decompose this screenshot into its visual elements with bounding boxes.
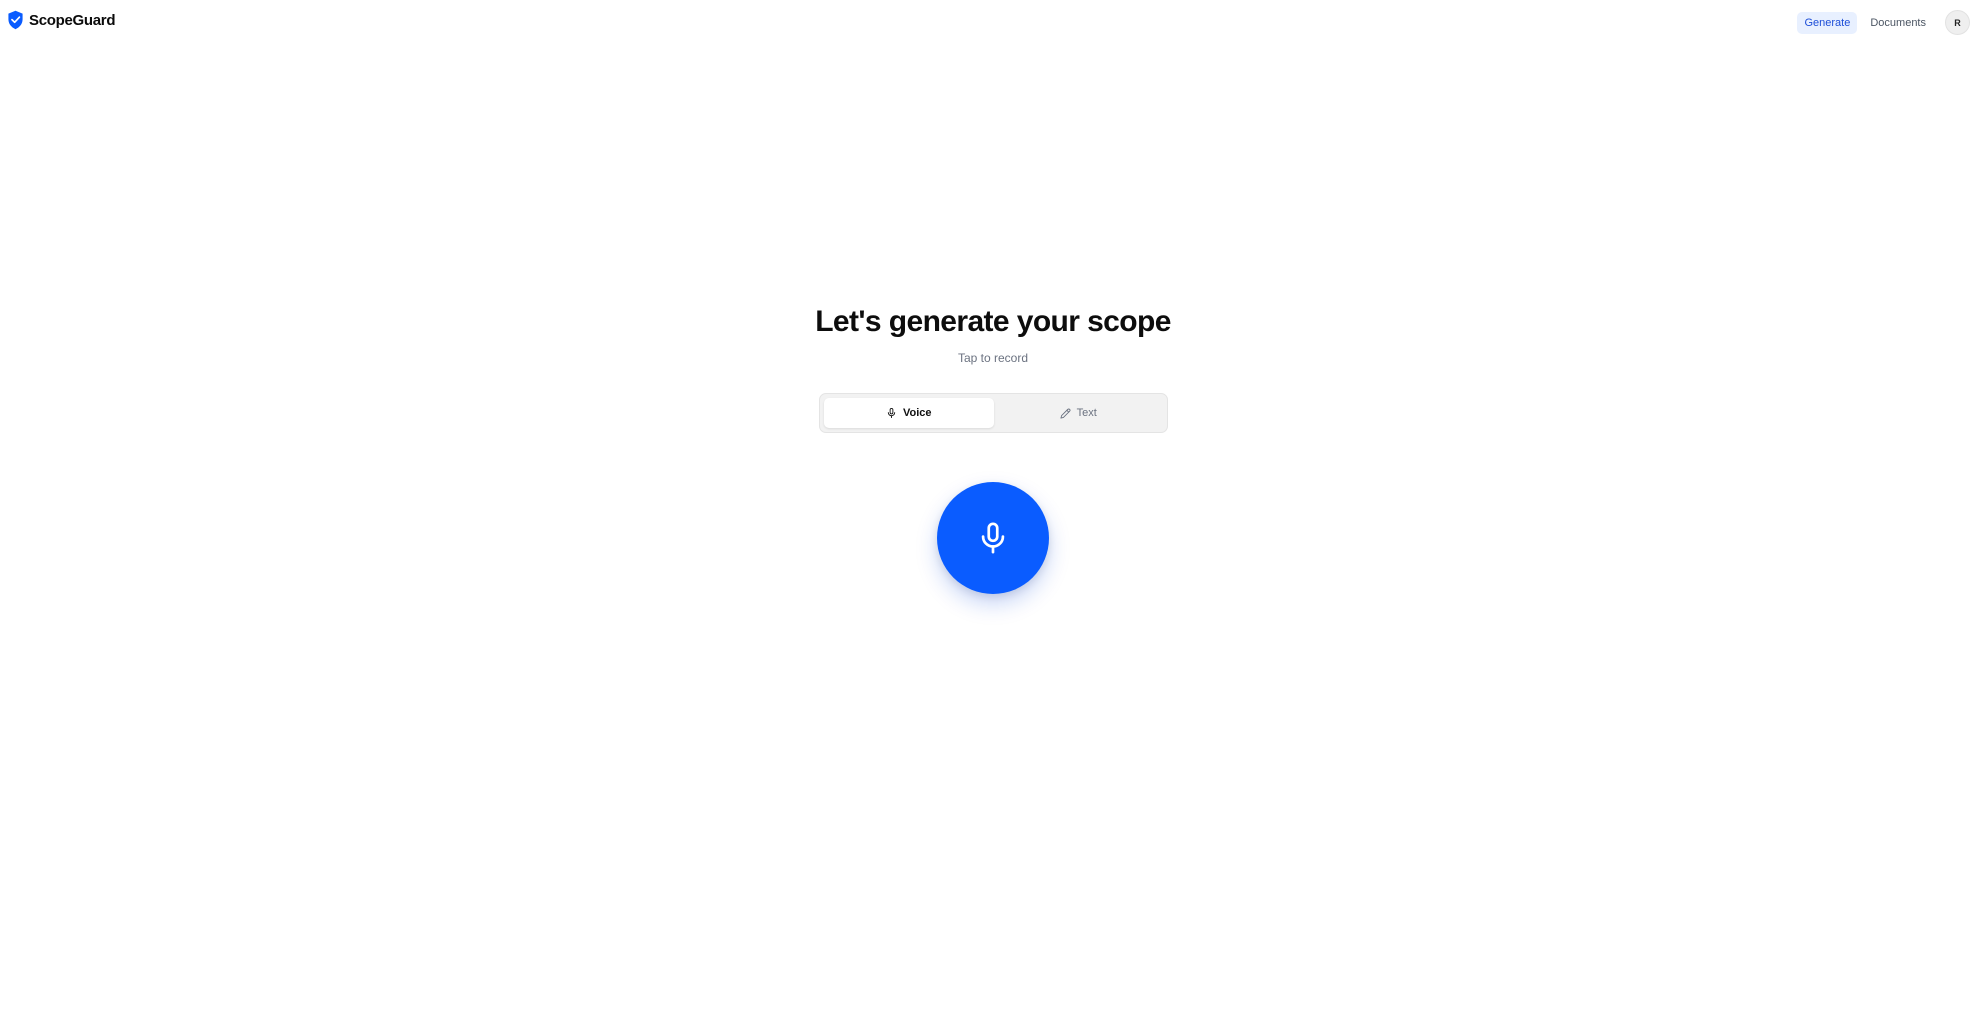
pencil-icon <box>1060 408 1071 419</box>
text-mode-label: Text <box>1076 407 1097 419</box>
input-mode-toggle: Voice Text <box>819 393 1168 433</box>
top-bar: ScopeGuard Generate Documents R <box>0 0 1986 44</box>
user-avatar[interactable]: R <box>1945 10 1970 35</box>
main-nav: Generate Documents R <box>1797 10 1970 35</box>
record-button[interactable] <box>937 482 1049 594</box>
microphone-icon <box>981 522 1005 554</box>
nav-documents-link[interactable]: Documents <box>1863 12 1933 34</box>
text-mode-tab[interactable]: Text <box>994 398 1164 428</box>
voice-mode-tab[interactable]: Voice <box>824 398 994 428</box>
page-title: Let's generate your scope <box>815 305 1171 338</box>
nav-generate-link[interactable]: Generate <box>1797 11 1858 34</box>
app-name: ScopeGuard <box>29 11 116 29</box>
voice-mode-label: Voice <box>902 407 932 419</box>
microphone-icon <box>887 407 896 419</box>
brand-logo-link[interactable]: ScopeGuard <box>7 10 115 30</box>
shield-check-icon <box>8 10 23 30</box>
page-subtitle: Tap to record <box>957 351 1029 365</box>
